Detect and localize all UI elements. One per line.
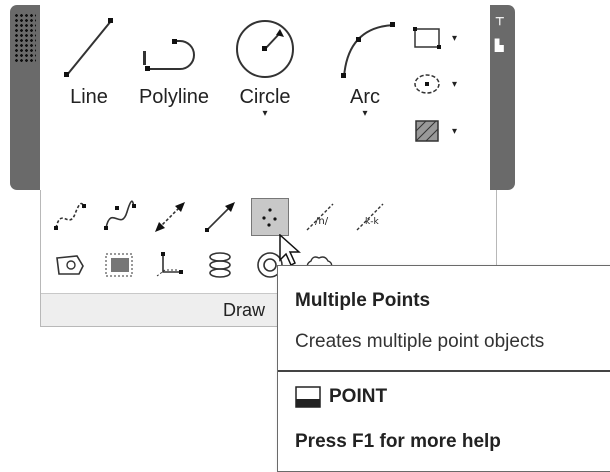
helix-icon[interactable] <box>201 246 239 284</box>
line-tool[interactable]: Line <box>54 11 124 109</box>
arc-dropdown-icon[interactable]: ▾ <box>330 109 400 119</box>
multiple-points-icon[interactable] <box>251 198 289 236</box>
tooltip-command-text: POINT <box>329 386 388 407</box>
tooltip-title: Multiple Points <box>295 290 431 311</box>
spline-fit-icon[interactable] <box>51 198 89 236</box>
tooltip-command: POINT <box>295 386 387 408</box>
tooltip-description: Creates multiple point objects <box>295 331 545 352</box>
panel-title: Draw <box>223 300 266 320</box>
mouse-pointer-icon <box>279 234 301 267</box>
3d-polyline-icon[interactable] <box>151 246 189 284</box>
hatch-dropdown-icon[interactable]: ▾ <box>452 126 457 137</box>
pin-icon[interactable]: ⊤ <box>495 15 505 28</box>
draw-panel-body: Line Polyline Circle ▾ Arc ▾ ▾ ▾ ▾ <box>40 5 490 190</box>
polyline-icon <box>143 39 195 71</box>
divide-icon[interactable]: /n/ <box>301 198 339 236</box>
panel-options-icon[interactable]: ▙ <box>495 39 503 52</box>
svg-text:k-k: k-k <box>365 217 379 227</box>
hatch-tool[interactable]: ▾ <box>412 117 457 145</box>
tooltip-panel: Multiple Points Creates multiple point o… <box>277 265 610 472</box>
command-line-icon <box>295 386 321 408</box>
line-label: Line <box>70 86 108 108</box>
circle-dropdown-icon[interactable]: ▾ <box>228 109 302 119</box>
wipeout-icon[interactable] <box>101 246 139 284</box>
region-icon[interactable] <box>51 246 89 284</box>
draw-panel-frame: Line Polyline Circle ▾ Arc ▾ ▾ ▾ ▾ ⊤ ▙ <box>10 5 515 190</box>
ellipse-tool[interactable]: ▾ <box>412 71 457 97</box>
spline-cv-icon[interactable] <box>101 198 139 236</box>
ellipse-icon <box>414 74 440 94</box>
tooltip-help: Press F1 for more help <box>295 431 501 452</box>
ray-icon[interactable] <box>201 198 239 236</box>
panel-grip-handle[interactable] <box>14 13 36 63</box>
circle-tool[interactable]: Circle ▾ <box>228 11 302 119</box>
arc-label: Arc <box>350 86 380 108</box>
rectangle-icon <box>413 27 441 49</box>
rectangle-tool[interactable]: ▾ <box>412 25 457 51</box>
ellipse-dropdown-icon[interactable]: ▾ <box>452 79 457 90</box>
tooltip-divider <box>278 370 610 372</box>
measure-icon[interactable]: k-k <box>351 198 389 236</box>
circle-label: Circle <box>239 86 291 108</box>
arc-tool[interactable]: Arc ▾ <box>330 11 400 119</box>
rectangle-dropdown-icon[interactable]: ▾ <box>452 33 457 44</box>
construction-line-icon[interactable] <box>151 198 189 236</box>
arc-icon <box>341 22 395 78</box>
hatch-icon <box>415 120 439 142</box>
expanded-row-1: /n/ k-k <box>51 198 389 236</box>
svg-text:/n/: /n/ <box>315 216 329 227</box>
polyline-tool[interactable]: Polyline <box>126 11 222 109</box>
polyline-label: Polyline <box>138 86 210 108</box>
line-icon <box>64 18 113 77</box>
circle-icon <box>236 20 294 78</box>
